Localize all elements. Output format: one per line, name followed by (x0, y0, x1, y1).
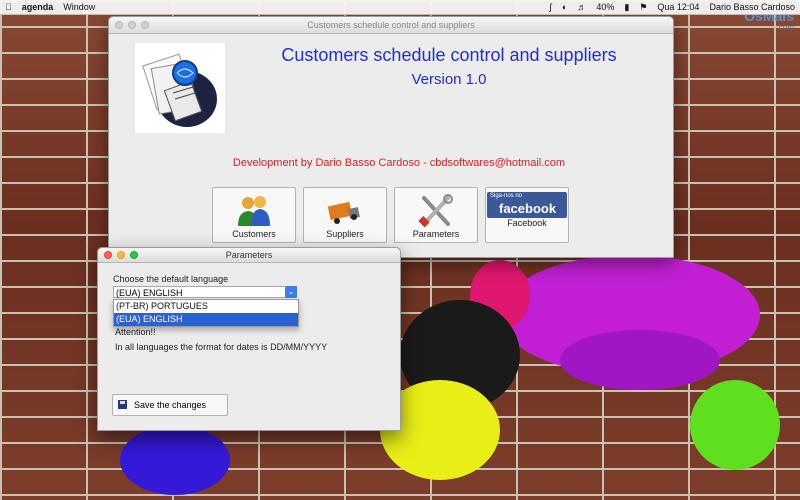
suppliers-button[interactable]: Suppliers (303, 187, 387, 243)
wifi-icon[interactable]: ◐ (557, 0, 572, 14)
customers-label: Customers (232, 229, 276, 239)
language-option-eua[interactable]: (EUA) ENGLISH (114, 313, 298, 326)
facebook-tagline: Siga-nos no (490, 193, 523, 199)
parameters-window-title: Parameters (225, 250, 273, 260)
close-button[interactable] (104, 251, 112, 259)
battery-icon[interactable]: ▮ (619, 0, 634, 14)
language-option-pt-br[interactable]: (PT-BR) PORTUGUES (114, 300, 298, 313)
customers-icon (238, 196, 270, 226)
app-version: Version 1.0 (411, 71, 487, 88)
parameters-window: Parameters Choose the default language (… (97, 247, 401, 431)
chevron-down-icon[interactable]: ⌄ (285, 286, 297, 298)
close-button[interactable] (115, 21, 123, 29)
app-logo (135, 43, 225, 133)
window-controls (104, 251, 138, 259)
language-dropdown: (PT-BR) PORTUGUES (EUA) ENGLISH (113, 299, 299, 327)
paint-splash-green (690, 380, 780, 470)
language-select[interactable]: (EUA) ENGLISH ⌄ (113, 286, 297, 298)
minimize-button[interactable] (117, 251, 125, 259)
attention-label: Attention!! (115, 327, 156, 337)
save-changes-label: Save the changes (133, 400, 207, 410)
paint-splash-purple-right (560, 330, 720, 390)
parameters-titlebar: Parameters (98, 248, 400, 263)
window-controls (115, 21, 149, 29)
floppy-disk-icon (118, 400, 127, 409)
bluetooth-icon[interactable]: ∫ (544, 0, 556, 14)
user-name[interactable]: Dario Basso Cardoso (704, 0, 800, 14)
developer-credit: Development by Dario Basso Cardoso - cbd… (232, 157, 566, 169)
truck-icon (327, 201, 360, 224)
menu-bar:  agenda Window ∫ ◐ ♬ 40% ▮ ⚑ Qua 12:04 … (0, 0, 800, 15)
customers-button[interactable]: Customers (212, 187, 296, 243)
menu-window[interactable]: Window (58, 0, 100, 14)
zoom-button[interactable] (130, 251, 138, 259)
paint-splash-blue (120, 425, 230, 495)
language-select-value: (EUA) ENGLISH (116, 288, 183, 298)
clock[interactable]: Qua 12:04 (652, 0, 704, 14)
parameters-button[interactable]: Parameters (394, 187, 478, 243)
volume-icon[interactable]: ♬ (572, 0, 591, 14)
tools-icon (418, 194, 453, 228)
apple-menu-icon[interactable]:  (0, 0, 17, 14)
zoom-button[interactable] (141, 21, 149, 29)
facebook-label: Facebook (507, 218, 547, 228)
facebook-button[interactable]: Siga-nos no facebook Facebook (485, 187, 569, 243)
save-changes-button[interactable]: Save the changes (112, 394, 228, 416)
menu-app-name[interactable]: agenda (17, 0, 59, 14)
date-format-note: In all languages the format for dates is… (115, 342, 328, 352)
facebook-wordmark: facebook (499, 201, 557, 216)
notebook-globe-icon (142, 53, 217, 127)
flag-icon[interactable]: ⚑ (634, 0, 652, 14)
main-titlebar: Customers schedule control and suppliers (109, 17, 673, 34)
main-window: Customers schedule control and suppliers… (108, 16, 674, 258)
minimize-button[interactable] (128, 21, 136, 29)
facebook-logo: Siga-nos no facebook (487, 192, 567, 218)
battery-percent[interactable]: 40% (591, 0, 619, 14)
app-title: Customers schedule control and suppliers (281, 45, 617, 65)
main-window-title: Customers schedule control and suppliers (307, 20, 475, 30)
suppliers-label: Suppliers (326, 229, 364, 239)
language-label: Choose the default language (113, 274, 229, 284)
parameters-label: Parameters (412, 229, 460, 239)
